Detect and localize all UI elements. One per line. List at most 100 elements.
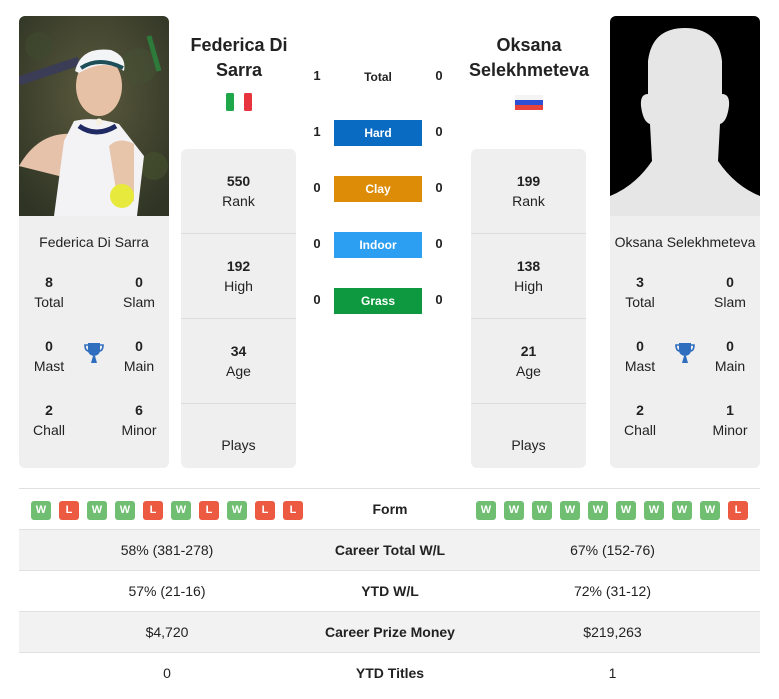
h2h-right-count: 0 (435, 180, 443, 195)
h2h-left-count: 1 (313, 124, 321, 139)
form-badge-loss[interactable]: L (143, 501, 163, 520)
titles-total-left: 8 Total (19, 272, 79, 312)
high-label: High (224, 278, 253, 294)
titles-main-right: 0 Main (700, 336, 760, 376)
form-badge-loss[interactable]: L (59, 501, 79, 520)
titles-chall-label: Chall (33, 422, 65, 438)
form-badge-loss[interactable]: L (728, 501, 748, 520)
titles-slam-left: 0 Slam (109, 272, 169, 312)
surface-total-label: Total (364, 70, 392, 84)
titles-minor-left: 6 Minor (109, 400, 169, 440)
player-name-header-right[interactable]: Oksana Selekhmeteva (464, 33, 594, 83)
ytd-titles-right: 1 (608, 665, 617, 681)
h2h-row-grass: 0 Grass 0 (305, 288, 455, 314)
titles-total-value: 3 (636, 274, 644, 290)
form-badge-win[interactable]: W (616, 501, 636, 520)
ytd-wl-left: 57% (21-16) (128, 583, 206, 599)
form-badges-right: WWWWWWWWWL (476, 501, 748, 520)
titles-minor-label: Minor (712, 422, 748, 438)
form-badge-win[interactable]: W (115, 501, 135, 520)
career-prize-money-right: $219,263 (583, 624, 642, 640)
rank-label: Rank (512, 193, 545, 209)
career-prize-money-left: $4,720 (145, 624, 189, 640)
surface-hard-badge[interactable]: Hard (334, 120, 422, 146)
form-badge-loss[interactable]: L (255, 501, 275, 520)
high-value: 138 (516, 258, 541, 274)
player-name-left[interactable]: Federica Di Sarra (19, 234, 169, 250)
form-badge-win[interactable]: W (644, 501, 664, 520)
h2h-row-total: 1 Total 0 (305, 64, 455, 90)
ytd-titles-label: YTD Titles (355, 665, 425, 681)
titles-total-label: Total (34, 294, 64, 310)
titles-main-label: Main (123, 358, 155, 374)
form-row: WLWWLWLWLL Form WWWWWWWWWL (19, 489, 760, 530)
stat-plays-left: Plays (181, 404, 296, 468)
h2h-row-hard: 1 Hard 0 (305, 120, 455, 146)
silhouette-placeholder-icon (610, 16, 760, 216)
player-card-right: Oksana Selekhmeteva 3 Total 0 Slam 0 Mas… (610, 16, 760, 468)
surface-grass-badge[interactable]: Grass (334, 288, 422, 314)
stat-plays-right: Plays (471, 404, 586, 468)
titles-slam-label: Slam (123, 294, 155, 310)
titles-grid-left: 8 Total 0 Slam 0 Mast 0 Main 2 Chall 6 M… (19, 272, 169, 468)
titles-total-right: 3 Total (610, 272, 670, 312)
titles-chall-right: 2 Chall (610, 400, 670, 440)
form-badge-win[interactable]: W (227, 501, 247, 520)
form-badge-win[interactable]: W (504, 501, 524, 520)
form-badge-win[interactable]: W (476, 501, 496, 520)
titles-main-label: Main (714, 358, 746, 374)
h2h-row-clay: 0 Clay 0 (305, 176, 455, 202)
player-card-left: Federica Di Sarra 8 Total 0 Slam 0 Mast … (19, 16, 169, 468)
form-badge-win[interactable]: W (588, 501, 608, 520)
plays-label: Plays (221, 437, 256, 453)
titles-minor-value: 1 (726, 402, 734, 418)
stat-rank-right: 199 Rank (471, 149, 586, 234)
player-photo-right[interactable] (610, 16, 760, 216)
age-value: 34 (230, 343, 247, 359)
form-badge-win[interactable]: W (700, 501, 720, 520)
plays-label: Plays (511, 437, 546, 453)
form-badge-loss[interactable]: L (199, 501, 219, 520)
form-badge-win[interactable]: W (672, 501, 692, 520)
titles-minor-right: 1 Minor (700, 400, 760, 440)
career-total-wl-label: Career Total W/L (334, 542, 446, 558)
trophy-icon (675, 343, 695, 363)
titles-chall-value: 2 (45, 402, 53, 418)
surface-indoor-badge[interactable]: Indoor (334, 232, 422, 258)
h2h-right-count: 0 (435, 68, 443, 83)
form-badges-left: WLWWLWLWLL (31, 501, 303, 520)
h2h-row-indoor: 0 Indoor 0 (305, 232, 455, 258)
trophy-icon (84, 343, 104, 363)
titles-mast-label: Mast (33, 358, 65, 374)
form-badge-win[interactable]: W (87, 501, 107, 520)
career-total-wl-left: 58% (381-278) (120, 542, 214, 558)
player-name-right[interactable]: Oksana Selekhmeteva (610, 234, 760, 250)
titles-mast-label: Mast (624, 358, 656, 374)
rank-label: Rank (222, 193, 255, 209)
italy-flag-icon (226, 93, 252, 111)
comparison-table: WLWWLWLWLL Form WWWWWWWWWL 58% (381-278)… (19, 488, 760, 694)
player-photo-image (19, 16, 169, 216)
titles-minor-value: 6 (135, 402, 143, 418)
titles-slam-value: 0 (726, 274, 734, 290)
form-badge-loss[interactable]: L (283, 501, 303, 520)
titles-mast-value: 0 (636, 338, 644, 354)
stat-age-left: 34 Age (181, 319, 296, 404)
titles-main-value: 0 (726, 338, 734, 354)
form-badge-win[interactable]: W (560, 501, 580, 520)
titles-total-value: 8 (45, 274, 53, 290)
career-prize-money-label: Career Prize Money (325, 624, 455, 640)
surface-clay-badge[interactable]: Clay (334, 176, 422, 202)
form-badge-win[interactable]: W (171, 501, 191, 520)
h2h-left-count: 1 (313, 68, 321, 83)
player-name-header-left[interactable]: Federica Di Sarra (174, 33, 304, 83)
form-badge-win[interactable]: W (532, 501, 552, 520)
form-badge-win[interactable]: W (31, 501, 51, 520)
ytd-titles-left: 0 (163, 665, 171, 681)
career-total-wl-row: 58% (381-278) Career Total W/L 67% (152-… (19, 530, 760, 571)
titles-mast-right: 0 Mast (610, 336, 670, 376)
h2h-left-count: 0 (313, 236, 321, 251)
player-photo-left[interactable] (19, 16, 169, 216)
titles-slam-right: 0 Slam (700, 272, 760, 312)
career-total-wl-right: 67% (152-76) (570, 542, 655, 558)
